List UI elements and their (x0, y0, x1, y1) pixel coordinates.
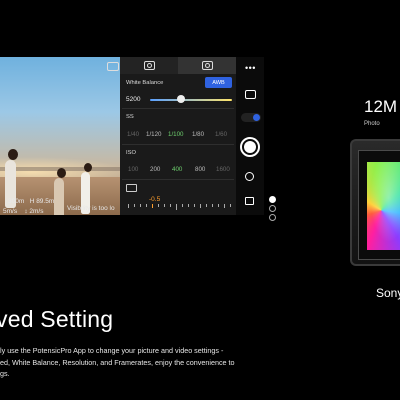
shutter-option[interactable]: 1/80 (192, 131, 204, 138)
tab-video[interactable] (120, 57, 178, 74)
altitude-readout: 300m H 89.5m (8, 198, 54, 205)
skater-figure (54, 178, 64, 215)
video-mode-icon (143, 61, 155, 70)
awb-button[interactable]: AWB (205, 77, 232, 88)
shutter-button[interactable] (240, 137, 260, 157)
white-balance-slider-knob[interactable] (177, 95, 185, 103)
more-menu-icon[interactable]: ••• (245, 63, 256, 73)
divider (122, 144, 234, 145)
horizontal-speed: 5m/s (3, 208, 18, 215)
tab-photo[interactable] (178, 57, 236, 74)
shutter-option-selected[interactable]: 1/100 (168, 131, 183, 138)
iso-option[interactable]: 100 (128, 166, 138, 173)
visibility-warning: Visibility is too lo (67, 205, 115, 212)
exposure-value: -0.5 (149, 196, 161, 203)
divider (122, 108, 234, 109)
iso-option[interactable]: 1600 (216, 166, 230, 173)
white-balance-label: White Balance (126, 80, 164, 86)
skater-head (8, 149, 18, 160)
toggle-knob (253, 114, 260, 121)
vertical-speed-icon: ↕ (24, 208, 28, 215)
photo-video-toggle[interactable] (241, 113, 261, 122)
sensor-brand: Sony (376, 286, 400, 300)
height-value: H 89.5m (29, 198, 55, 205)
divider (122, 179, 234, 180)
photo-mode-icon (201, 61, 213, 70)
aperture-icon[interactable] (245, 172, 254, 181)
mode-tabs (120, 57, 236, 74)
speed-readout: 5m/s ↕ 2m/s (3, 208, 43, 215)
gallery-icon[interactable] (245, 197, 254, 205)
iso-option[interactable]: 200 (150, 166, 160, 173)
camera-preview (0, 57, 120, 215)
iso-label: ISO (126, 150, 136, 156)
camera-control-strip (236, 57, 264, 215)
description-line: ed, White Balance, Resolution, and Frame… (0, 357, 235, 367)
pager-dot[interactable] (269, 214, 276, 221)
white-balance-value: 5200 (126, 96, 141, 103)
shutter-option[interactable]: 1/120 (146, 131, 161, 138)
iso-option-selected[interactable]: 400 (172, 166, 182, 173)
white-balance-slider[interactable] (150, 99, 232, 101)
description-line: gs. (0, 369, 10, 378)
exposure-icon (126, 184, 137, 192)
feature-heading: ved Setting (0, 306, 114, 332)
exposure-ruler[interactable] (128, 204, 232, 211)
altitude-value: 300m (8, 198, 25, 205)
pager-dot[interactable] (269, 205, 276, 212)
skater-head (84, 163, 92, 172)
description-line: ly use the PotensicPro App to change you… (0, 346, 224, 355)
photo-mode-label: Photo (364, 121, 380, 127)
skater-head (57, 168, 66, 178)
megapixel-title: 12M (364, 97, 398, 116)
shutter-option[interactable]: 1/60 (215, 131, 227, 138)
pager-dot-active[interactable] (269, 196, 276, 203)
shutter-option[interactable]: 1/40 (127, 131, 139, 138)
sensor-highlight (367, 162, 400, 250)
vertical-speed: 2m/s (29, 208, 44, 215)
camera-switch-icon[interactable] (107, 62, 119, 71)
iso-option[interactable]: 800 (195, 166, 205, 173)
camera-settings-icon[interactable] (245, 90, 256, 99)
feature-description: ly use the PotensicPro App to change you… (0, 345, 260, 380)
shutter-speed-label: SS (126, 114, 134, 120)
